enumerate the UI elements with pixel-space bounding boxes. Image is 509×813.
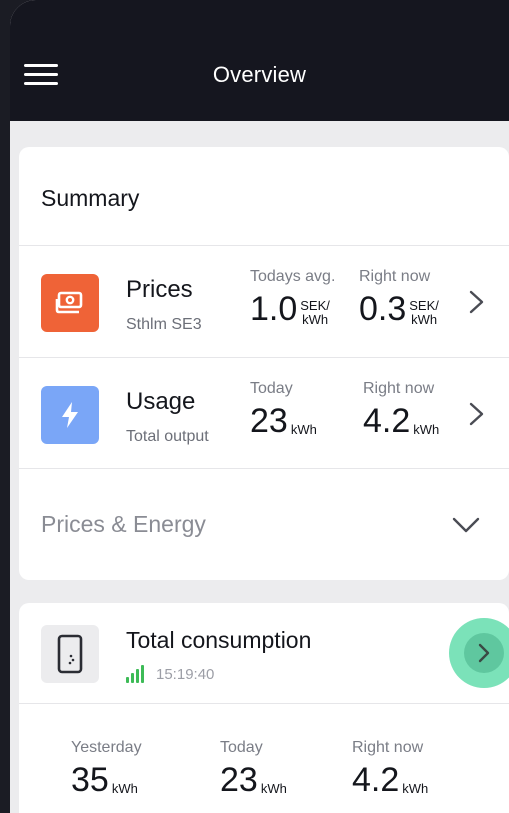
prices-avg-stat: Todays avg. 1.0 SEK/ kWh — [250, 268, 336, 328]
usage-today-stat: Today 23 kWh — [250, 380, 317, 438]
summary-card: Summary Prices Sthlm SE3 Todays avg. 1.0… — [19, 147, 509, 580]
stat-label: Today — [220, 739, 263, 756]
divider — [19, 703, 509, 704]
prices-region: Sthlm SE3 — [126, 316, 202, 333]
chevron-right-icon — [478, 643, 490, 663]
right-now-stat: Right now 4.2 kWh — [352, 739, 428, 797]
stat-label: Right now — [359, 268, 431, 285]
consumption-stats: Yesterday 35 kWh Today 23 kWh Right now … — [19, 733, 509, 813]
open-consumption-button[interactable] — [449, 618, 509, 688]
stat-unit: SEK/ kWh — [300, 298, 330, 327]
chevron-right-icon[interactable] — [467, 401, 487, 427]
usage-subtitle: Total output — [126, 428, 209, 445]
usage-now-stat: Right now 4.2 kWh — [363, 380, 439, 438]
page-title: Overview — [212, 62, 307, 87]
stat-value: 23 — [250, 402, 288, 440]
usage-label: Usage — [126, 388, 196, 415]
prices-now-stat: Right now 0.3 SEK/ kWh — [359, 268, 439, 328]
prices-row[interactable]: Prices Sthlm SE3 Todays avg. 1.0 SEK/ kW… — [19, 246, 509, 356]
stat-unit: SEK/ kWh — [409, 298, 439, 327]
chevron-right-icon[interactable] — [467, 289, 487, 315]
last-updated-time: 15:19:40 — [156, 666, 215, 683]
prices-energy-expander[interactable]: Prices & Energy — [19, 469, 509, 580]
signal-strength-icon — [126, 665, 144, 683]
stat-value: 35 — [71, 761, 109, 799]
stat-unit: kWh — [111, 781, 138, 796]
total-consumption-card[interactable]: Total consumption 15:19:40 Yesterday 35 … — [19, 603, 509, 813]
stat-label: Right now — [352, 739, 424, 756]
usage-row[interactable]: Usage Total output Today 23 kWh Right no… — [19, 358, 509, 468]
stat-value: 23 — [220, 761, 258, 799]
stat-value: 1.0 — [250, 290, 298, 328]
stat-unit: kWh — [402, 781, 429, 796]
today-stat: Today 23 kWh — [220, 739, 287, 797]
stat-label: Todays avg. — [250, 268, 336, 285]
stat-label: Yesterday — [71, 739, 142, 756]
stat-unit: kWh — [260, 781, 287, 796]
top-app-bar: Overview — [10, 0, 509, 121]
yesterday-stat: Yesterday 35 kWh — [71, 739, 142, 797]
app-screen: Overview Summary Prices Sthlm SE3 Todays… — [10, 0, 509, 813]
money-icon — [41, 274, 99, 332]
prices-label: Prices — [126, 276, 193, 303]
stat-unit: kWh — [290, 422, 317, 437]
phone-device-icon — [41, 625, 99, 683]
stat-value: 4.2 — [363, 402, 411, 440]
consumption-title: Total consumption — [126, 627, 312, 653]
stat-label: Right now — [363, 380, 435, 397]
summary-title: Summary — [41, 185, 140, 211]
lightning-icon — [41, 386, 99, 444]
stat-value: 0.3 — [359, 290, 407, 328]
stat-value: 4.2 — [352, 761, 400, 799]
chevron-down-icon[interactable] — [451, 515, 481, 535]
stat-unit: kWh — [413, 422, 440, 437]
expander-label: Prices & Energy — [41, 511, 206, 537]
stat-label: Today — [250, 380, 293, 397]
